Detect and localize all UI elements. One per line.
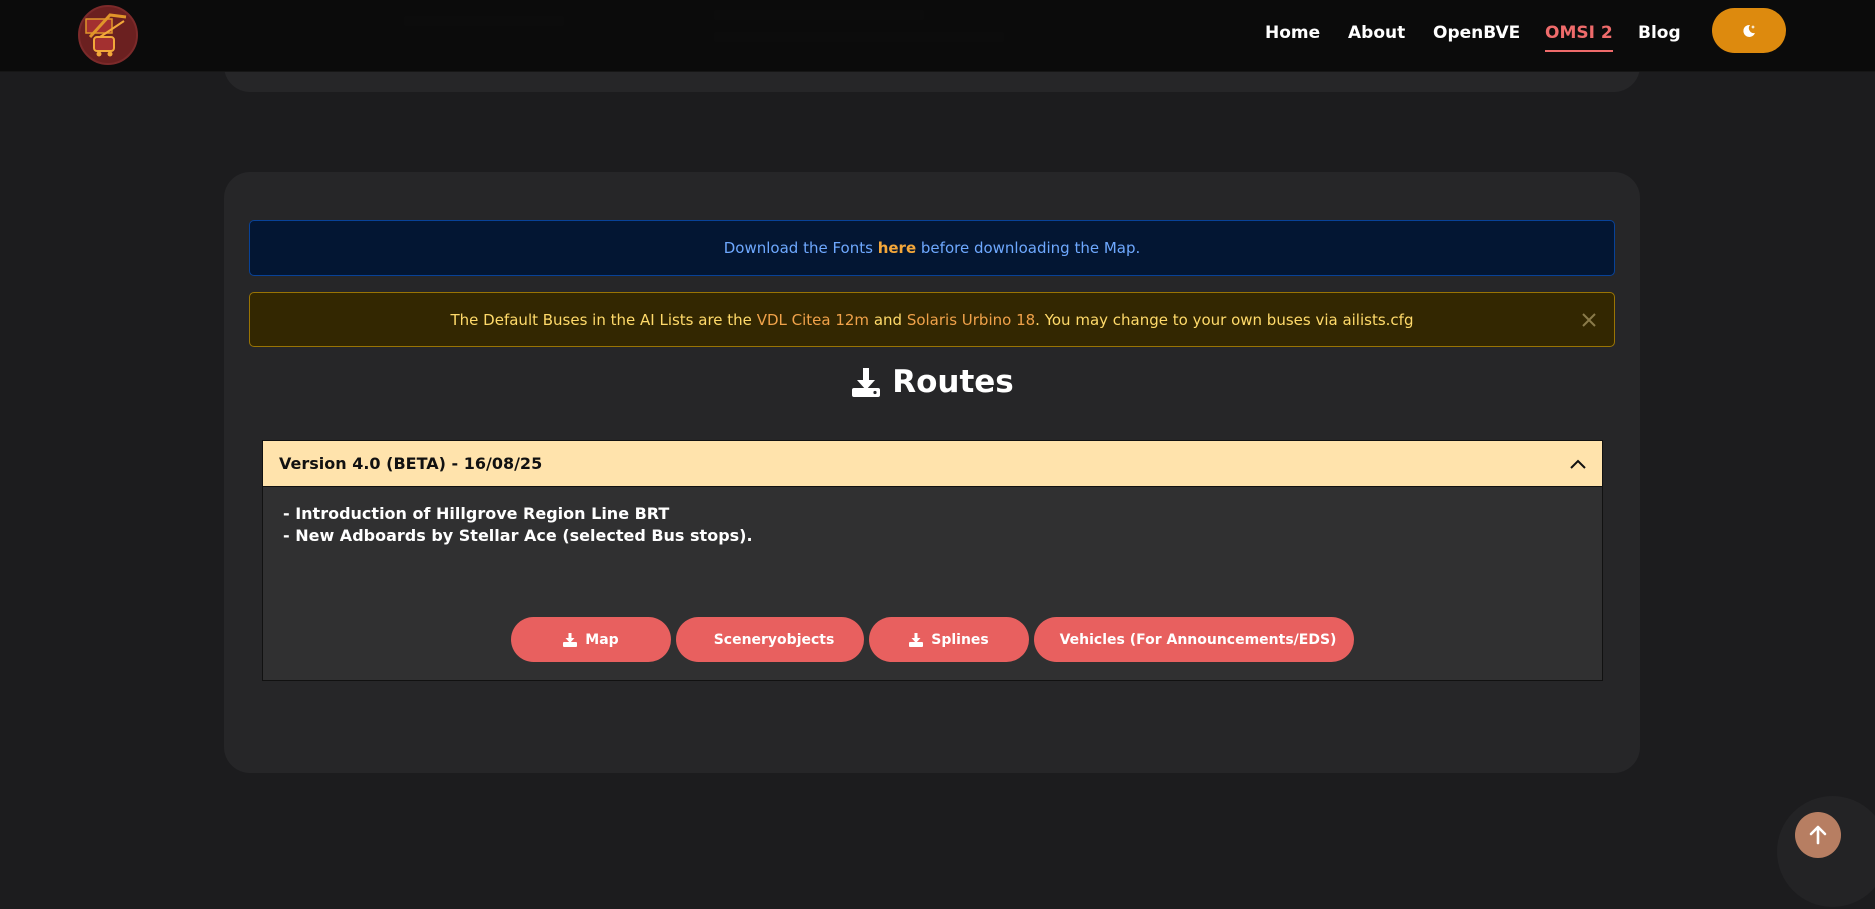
download-icon [852, 368, 881, 397]
nav-omsi2[interactable]: OMSI 2 [1545, 23, 1613, 52]
download-sceneryobjects-button[interactable]: Sceneryobjects [676, 617, 864, 662]
button-label: Vehicles (For Announcements/EDS) [1059, 631, 1337, 648]
accordion-title: Version 4.0 (BETA) - 16/08/25 [279, 454, 543, 473]
fonts-info-alert: Download the Fonts here before downloadi… [249, 220, 1615, 276]
site-header: Home About OpenBVE OMSI 2 Blog [0, 0, 1875, 72]
download-map-button[interactable]: Map [511, 617, 671, 662]
button-label: Splines [931, 631, 989, 648]
accordion-header[interactable]: Version 4.0 (BETA) - 16/08/25 [263, 441, 1602, 487]
default-buses-warning-alert: The Default Buses in the AI Lists are th… [249, 292, 1615, 347]
version-accordion: Version 4.0 (BETA) - 16/08/25 - Introduc… [262, 440, 1603, 681]
nav-blog[interactable]: Blog [1638, 23, 1681, 43]
moon-icon [1743, 24, 1755, 37]
routes-card: Download the Fonts here before downloadi… [224, 172, 1640, 773]
routes-heading: Routes [224, 360, 1640, 404]
alert-text: before downloading the Map. [916, 239, 1141, 257]
site-logo[interactable] [78, 5, 138, 65]
alert-text: The Default Buses in the AI Lists are th… [450, 310, 757, 329]
changelog-item: - New Adboards by Stellar Ace (selected … [283, 526, 753, 545]
download-icon [909, 632, 924, 647]
arrow-up-icon [1809, 825, 1827, 845]
tram-bus-logo-icon [85, 13, 127, 57]
alert-text: and [869, 310, 907, 329]
theme-toggle-button[interactable] [1712, 8, 1786, 53]
button-label: Sceneryobjects [713, 631, 835, 648]
fonts-download-link[interactable]: here [878, 239, 916, 257]
nav-home[interactable]: Home [1265, 23, 1320, 43]
solaris-urbino-link[interactable]: Solaris Urbino 18 [907, 311, 1035, 329]
download-vehicles-button[interactable]: Vehicles (For Announcements/EDS) [1034, 617, 1354, 662]
changelog-item: - Introduction of Hillgrove Region Line … [283, 504, 670, 523]
close-icon[interactable] [1578, 309, 1600, 331]
nav-openbve[interactable]: OpenBVE [1433, 23, 1520, 43]
page: Home About OpenBVE OMSI 2 Blog Download … [0, 0, 1875, 909]
button-label: Map [585, 631, 619, 648]
nav-about[interactable]: About [1348, 23, 1405, 43]
download-buttons: Map Sceneryobjects Splines Vehicles (For… [263, 617, 1602, 662]
alert-text: . You may change to your own buses via a… [1035, 310, 1414, 329]
alert-text: Download the Fonts [723, 239, 878, 257]
routes-title-text: Routes [892, 364, 1014, 400]
scroll-to-top-button[interactable] [1795, 812, 1841, 858]
chevron-up-icon [1570, 459, 1586, 469]
vdl-citea-link[interactable]: VDL Citea 12m [757, 311, 869, 329]
accordion-body: - Introduction of Hillgrove Region Line … [283, 503, 753, 547]
download-icon [563, 632, 578, 647]
download-splines-button[interactable]: Splines [869, 617, 1029, 662]
